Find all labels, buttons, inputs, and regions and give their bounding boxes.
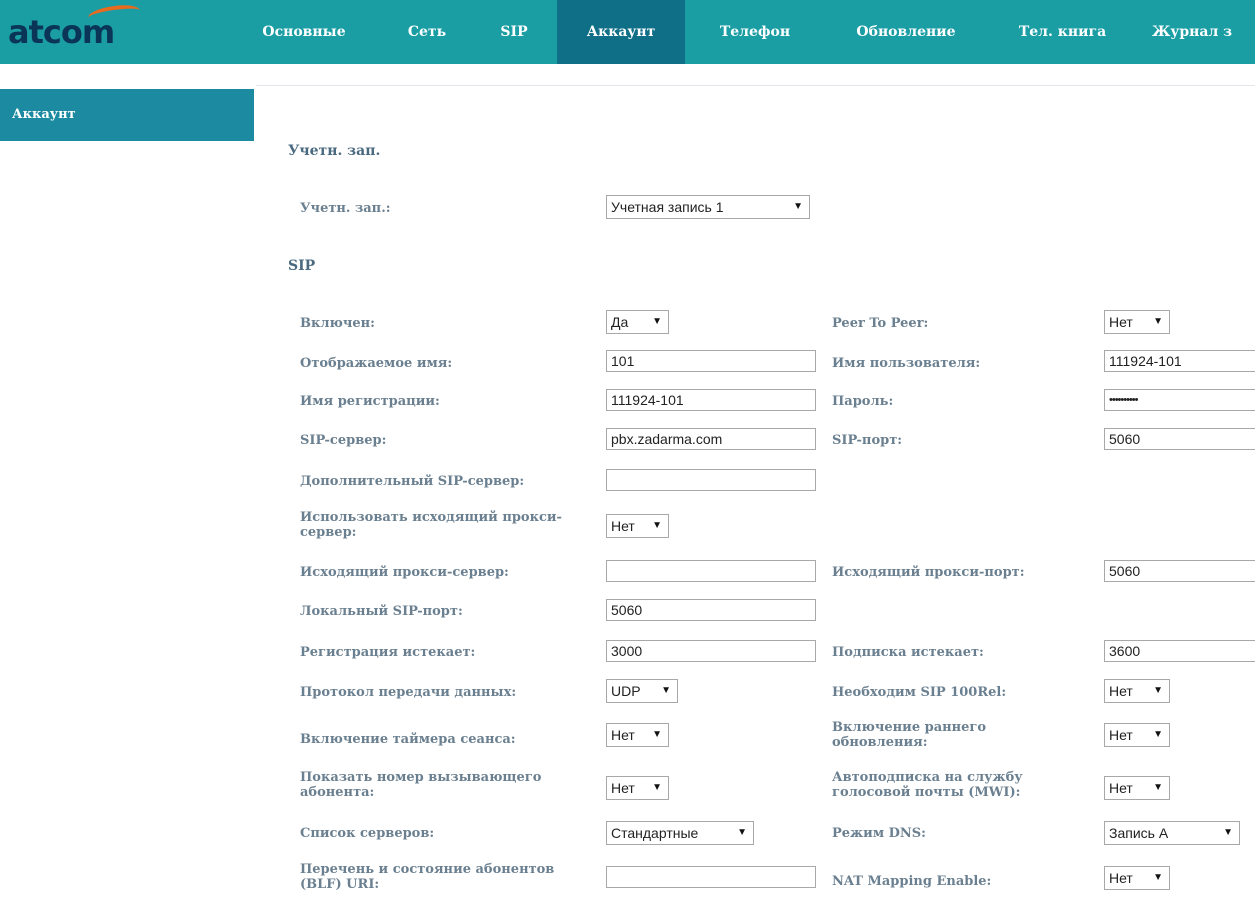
account-select-value: Учетная запись 1 <box>611 199 724 215</box>
dropdown-arrow-icon: ▼ <box>652 782 662 793</box>
use-outbound-proxy-select[interactable]: Нет ▼ <box>606 514 669 538</box>
account-section-title: Учетн. зап. <box>288 143 381 159</box>
nat-mapping-label: NAT Mapping Enable: <box>832 874 992 889</box>
dropdown-arrow-icon: ▼ <box>1223 827 1233 838</box>
dropdown-arrow-icon: ▼ <box>1153 782 1163 793</box>
account-select[interactable]: Учетная запись 1 ▼ <box>606 195 810 219</box>
backup-sip-server-label: Дополнительный SIP-сервер: <box>300 474 525 489</box>
subscribe-expire-input[interactable]: 3600 <box>1104 640 1255 662</box>
enabled-select[interactable]: Да ▼ <box>606 310 669 334</box>
transport-value: UDP <box>611 683 641 699</box>
register-name-label: Имя регистрации: <box>300 394 440 409</box>
register-name-input[interactable]: 111924-101 <box>606 389 816 411</box>
dropdown-arrow-icon: ▼ <box>652 316 662 327</box>
sip-100rel-label: Необходим SIP 100Rel: <box>832 685 1007 700</box>
register-expire-label: Регистрация истекает: <box>300 645 476 660</box>
dropdown-arrow-icon: ▼ <box>793 201 803 212</box>
transport-label: Протокол передачи данных: <box>300 685 517 700</box>
subscribe-expire-label: Подписка истекает: <box>832 645 984 660</box>
mwi-label: Автоподписка на службу голосовой почты (… <box>832 770 1023 800</box>
early-update-select[interactable]: Нет ▼ <box>1104 723 1170 747</box>
local-sip-port-input[interactable]: 5060 <box>606 599 816 621</box>
dropdown-arrow-icon: ▼ <box>652 520 662 531</box>
nav-tab-upgrade[interactable]: Обновление <box>832 0 980 64</box>
sip-100rel-select[interactable]: Нет ▼ <box>1104 679 1170 703</box>
sip-port-label: SIP-порт: <box>832 433 903 448</box>
peer-to-peer-select[interactable]: Нет ▼ <box>1104 310 1170 334</box>
password-input[interactable]: •••••••••• <box>1104 389 1255 411</box>
peer-to-peer-label: Peer To Peer: <box>832 316 929 331</box>
enabled-value: Да <box>611 314 629 330</box>
server-list-value: Стандартные <box>611 825 699 841</box>
early-update-value: Нет <box>1109 727 1133 743</box>
dropdown-arrow-icon: ▼ <box>737 827 747 838</box>
server-list-select[interactable]: Стандартные ▼ <box>606 821 754 845</box>
caller-id-value: Нет <box>611 780 635 796</box>
sip-port-input[interactable]: 5060 <box>1104 428 1255 450</box>
account-select-label: Учетн. зап.: <box>300 201 391 216</box>
nat-mapping-select[interactable]: Нет ▼ <box>1104 866 1170 890</box>
sip-100rel-value: Нет <box>1109 683 1133 699</box>
nav-tab-network[interactable]: Сеть <box>392 0 462 64</box>
nav-tab-sip[interactable]: SIP <box>484 0 544 64</box>
local-sip-port-label: Локальный SIP-порт: <box>300 604 463 619</box>
dns-mode-label: Режим DNS: <box>832 826 926 841</box>
transport-select[interactable]: UDP ▼ <box>606 679 678 703</box>
session-timer-label: Включение таймера сеанса: <box>300 732 516 747</box>
password-label: Пароль: <box>832 394 894 409</box>
dropdown-arrow-icon: ▼ <box>1153 685 1163 696</box>
use-outbound-proxy-label: Использовать исходящий прокси-сервер: <box>300 510 562 540</box>
dropdown-arrow-icon: ▼ <box>1153 316 1163 327</box>
nav-tab-phonebook[interactable]: Тел. книга <box>1000 0 1125 64</box>
display-name-input[interactable]: 101 <box>606 350 816 372</box>
dns-mode-select[interactable]: Запись А ▼ <box>1104 821 1240 845</box>
user-name-input[interactable]: 111924-101 <box>1104 350 1255 372</box>
register-expire-input[interactable]: 3000 <box>606 640 816 662</box>
outbound-proxy-label: Исходящий прокси-сервер: <box>300 565 509 580</box>
enabled-label: Включен: <box>300 316 375 331</box>
outbound-proxy-port-label: Исходящий прокси-порт: <box>832 565 1025 580</box>
mwi-value: Нет <box>1109 780 1133 796</box>
blf-uri-label: Перечень и состояние абонентов (BLF) URI… <box>300 862 555 892</box>
use-outbound-proxy-value: Нет <box>611 518 635 534</box>
mwi-select[interactable]: Нет ▼ <box>1104 776 1170 800</box>
atcom-logo: atcom <box>8 2 141 50</box>
outbound-proxy-input[interactable] <box>606 560 816 582</box>
backup-sip-server-input[interactable] <box>606 469 816 491</box>
display-name-label: Отображаемое имя: <box>300 356 453 371</box>
blf-uri-input[interactable] <box>606 866 816 888</box>
server-list-label: Список серверов: <box>300 826 435 841</box>
early-update-label: Включение раннего обновления: <box>832 720 987 750</box>
user-name-label: Имя пользователя: <box>832 356 981 371</box>
nav-tab-basic[interactable]: Основные <box>244 0 364 64</box>
nat-mapping-value: Нет <box>1109 870 1133 886</box>
dns-mode-value: Запись А <box>1109 825 1169 841</box>
nav-tab-phone[interactable]: Телефон <box>700 0 810 64</box>
caller-id-label: Показать номер вызывающего абонента: <box>300 770 542 800</box>
sip-section-title: SIP <box>288 258 316 274</box>
nav-tab-account[interactable]: Аккаунт <box>557 0 685 64</box>
header-divider <box>256 85 1255 86</box>
caller-id-select[interactable]: Нет ▼ <box>606 776 669 800</box>
sip-server-label: SIP-сервер: <box>300 433 387 448</box>
peer-to-peer-value: Нет <box>1109 314 1133 330</box>
dropdown-arrow-icon: ▼ <box>1153 872 1163 883</box>
session-timer-select[interactable]: Нет ▼ <box>606 723 669 747</box>
sip-server-input[interactable]: pbx.zadarma.com <box>606 428 816 450</box>
dropdown-arrow-icon: ▼ <box>661 685 671 696</box>
nav-tab-log[interactable]: Журнал з <box>1152 0 1255 64</box>
session-timer-value: Нет <box>611 727 635 743</box>
sidebar-item-account[interactable]: Аккаунт <box>0 89 254 141</box>
dropdown-arrow-icon: ▼ <box>1153 729 1163 740</box>
dropdown-arrow-icon: ▼ <box>652 729 662 740</box>
outbound-proxy-port-input[interactable]: 5060 <box>1104 560 1255 582</box>
